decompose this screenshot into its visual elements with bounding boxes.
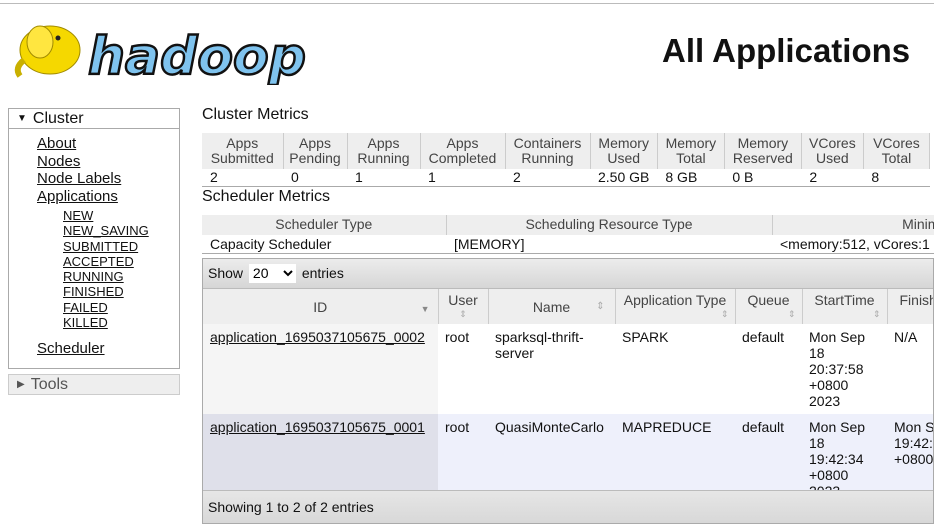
metric-value: 0 bbox=[283, 169, 347, 187]
app-id-link[interactable]: application_1695037105675_0001 bbox=[210, 419, 425, 435]
applications-table-wrapper: Show 20 entries ID ▼ User ⇕ Name ⇕ Applicat… bbox=[202, 258, 934, 524]
app-id-cell: application_1695037105675_0002 bbox=[203, 324, 438, 414]
metric-header: VCores Total bbox=[863, 133, 931, 169]
col-application-type[interactable]: Application Type ⇕ bbox=[615, 289, 736, 324]
metric-value: 8 GB bbox=[657, 169, 725, 187]
metric-header: Containers Running bbox=[505, 133, 591, 169]
tools-label: Tools bbox=[30, 376, 69, 393]
start-time-cell: Mon Sep 18 20:37:58 +0800 2023 bbox=[802, 324, 887, 414]
caret-down-icon: ▼ bbox=[17, 113, 27, 124]
caret-right-icon: ▶ bbox=[17, 379, 25, 390]
metric-header: Apps Running bbox=[347, 133, 421, 169]
col-finish-time[interactable]: Finish bbox=[887, 289, 933, 324]
sort-desc-icon: ▼ bbox=[420, 304, 430, 314]
type-cell: SPARK bbox=[615, 324, 735, 414]
nav-applications[interactable]: Applications bbox=[37, 188, 179, 206]
metric-value: 1 bbox=[420, 169, 505, 187]
nav-state-failed[interactable]: FAILED bbox=[37, 300, 179, 315]
nav-state-killed[interactable]: KILLED bbox=[37, 315, 179, 330]
svg-text:hadoop: hadoop bbox=[88, 27, 306, 85]
main-content: Cluster Metrics Apps Submitted Apps Pending… bbox=[202, 106, 934, 524]
nav-state-running[interactable]: RUNNING bbox=[37, 269, 179, 284]
hadoop-logo: hadoop bbox=[10, 10, 310, 88]
metric-value: 2 bbox=[202, 169, 283, 187]
nav-node-labels[interactable]: Node Labels bbox=[37, 170, 179, 188]
cluster-metrics-table: Apps Submitted Apps Pending Apps Running Apps C… bbox=[202, 133, 931, 187]
metric-value: 8 bbox=[863, 169, 930, 187]
metric-value: 2.50 GB bbox=[590, 169, 658, 187]
metric-value: 2 bbox=[801, 169, 864, 187]
metric-value: 1 bbox=[347, 169, 420, 187]
col-name[interactable]: Name ⇕ bbox=[488, 289, 616, 324]
metric-header: Memory Reserved bbox=[724, 133, 802, 169]
sort-icon: ⇕ bbox=[787, 309, 796, 319]
user-cell: root bbox=[438, 324, 488, 414]
nav-about[interactable]: About bbox=[37, 135, 179, 153]
metric-header: Memory Used bbox=[590, 133, 658, 169]
scheduler-type-value: Capacity Scheduler bbox=[202, 234, 446, 254]
metric-header: Apps Completed bbox=[420, 133, 506, 169]
table-length-control: Show 20 entries bbox=[203, 259, 933, 289]
top-divider bbox=[0, 3, 934, 4]
nav-state-new-saving[interactable]: NEW_SAVING bbox=[37, 223, 179, 238]
nav-state-submitted[interactable]: SUBMITTED bbox=[37, 239, 179, 254]
nav-state-accepted[interactable]: ACCEPTED bbox=[37, 254, 179, 269]
metric-header: Memory Total bbox=[657, 133, 725, 169]
cluster-label: Cluster bbox=[32, 110, 84, 127]
tools-accordion[interactable]: ▶ Tools bbox=[8, 374, 180, 395]
col-user[interactable]: User ⇕ bbox=[438, 289, 489, 324]
nav-nodes[interactable]: Nodes bbox=[37, 153, 179, 171]
sort-icon: ⇕ bbox=[596, 301, 605, 312]
col-resource-type: Scheduling Resource Type bbox=[446, 214, 773, 235]
metric-header: VCores Used bbox=[801, 133, 864, 169]
sort-icon: ⇕ bbox=[459, 309, 467, 319]
page-size-select[interactable]: 20 bbox=[248, 263, 296, 283]
metric-value: 0 B bbox=[724, 169, 802, 187]
sort-icon: ⇕ bbox=[872, 309, 881, 319]
col-scheduler-type: Scheduler Type bbox=[202, 214, 447, 235]
nav-state-finished[interactable]: FINISHED bbox=[37, 284, 179, 299]
app-id-link[interactable]: application_1695037105675_0002 bbox=[210, 329, 425, 345]
col-minimum-allocation: Minimum A bbox=[772, 214, 934, 235]
nav-state-new[interactable]: NEW bbox=[37, 208, 179, 223]
show-label: Show bbox=[208, 265, 244, 281]
resource-type-value: [MEMORY] bbox=[446, 234, 772, 254]
sidebar: ▼ Cluster About Nodes Node Labels Applica… bbox=[8, 108, 180, 395]
metric-header: Apps Pending bbox=[283, 133, 348, 169]
sort-icon: ⇕ bbox=[720, 309, 729, 319]
cluster-menu: About Nodes Node Labels Applications NEW… bbox=[8, 129, 180, 369]
scheduler-metrics-title: Scheduler Metrics bbox=[202, 187, 331, 205]
entries-label: entries bbox=[301, 265, 344, 281]
applications-table: ID ▼ User ⇕ Name ⇕ Application Type ⇕ Queue ⇕… bbox=[203, 289, 933, 504]
scheduler-metrics-table: Scheduler Type Scheduling Resource Type Mi… bbox=[202, 214, 934, 254]
minimum-allocation-value: <memory:512, vCores:1 bbox=[772, 234, 934, 254]
cluster-metrics-title: Cluster Metrics bbox=[202, 106, 309, 123]
table-row: application_1695037105675_0002 root spar… bbox=[203, 324, 933, 414]
table-info: Showing 1 to 2 of 2 entries bbox=[203, 490, 933, 523]
col-id[interactable]: ID ▼ bbox=[203, 289, 439, 324]
name-cell: sparksql-thrift-server bbox=[488, 324, 615, 414]
cluster-accordion[interactable]: ▼ Cluster bbox=[8, 108, 180, 129]
page-title: All Applications bbox=[662, 32, 911, 69]
queue-cell: default bbox=[735, 324, 802, 414]
metric-value: 2 bbox=[505, 169, 590, 187]
col-queue[interactable]: Queue ⇕ bbox=[735, 289, 803, 324]
col-start-time[interactable]: StartTime ⇕ bbox=[802, 289, 888, 324]
metric-header: Apps Submitted bbox=[202, 133, 284, 169]
finish-time-cell: N/A bbox=[887, 324, 933, 414]
nav-scheduler[interactable]: Scheduler bbox=[37, 340, 179, 358]
